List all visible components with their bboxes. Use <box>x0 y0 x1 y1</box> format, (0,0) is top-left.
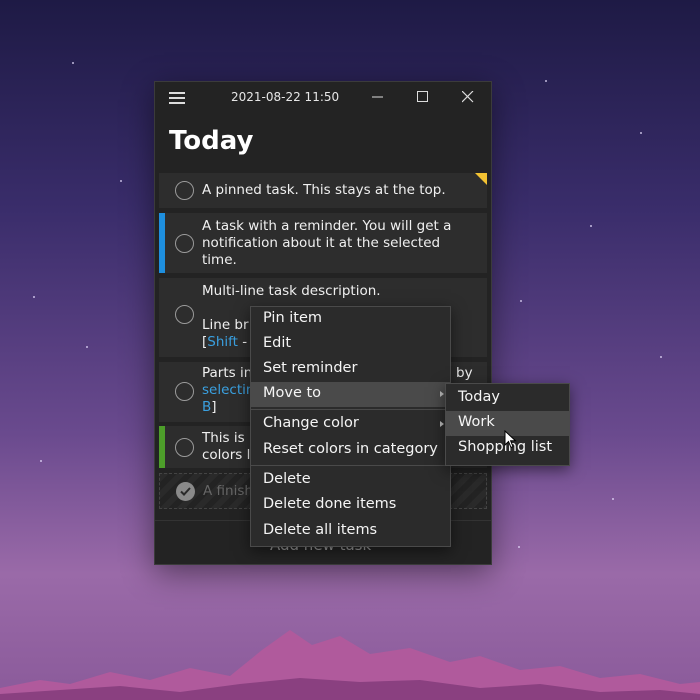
task-text-bracket: ] <box>211 399 217 415</box>
menu-item-label: Move to <box>263 385 322 401</box>
menu-item-label: Today <box>458 389 500 405</box>
star <box>518 546 520 548</box>
checkmark-icon <box>180 487 191 496</box>
menu-item-delete[interactable]: Delete <box>251 468 450 493</box>
menu-separator <box>251 465 450 466</box>
menu-item-set-reminder[interactable]: Set reminder <box>251 357 450 382</box>
minimize-button[interactable] <box>359 82 399 112</box>
task-text-link: selectin <box>202 382 255 398</box>
close-icon <box>462 91 474 103</box>
pin-corner-icon <box>475 173 487 185</box>
menu-item-label: Change color <box>263 415 359 431</box>
star <box>640 132 642 134</box>
menu-item-delete-done[interactable]: Delete done items <box>251 493 450 518</box>
task-text-link: B <box>202 399 212 415</box>
page-title: Today <box>169 126 254 156</box>
task-text-line: by <box>456 365 473 381</box>
task-item-pinned[interactable]: A pinned task. This stays at the top. <box>159 173 487 208</box>
star <box>520 300 522 302</box>
submenu-arrow-icon <box>440 391 444 397</box>
star <box>40 460 42 462</box>
task-item-reminder[interactable]: A task with a reminder. You will get a n… <box>159 213 487 273</box>
window-datetime: 2021-08-22 11:50 <box>231 90 340 104</box>
star <box>660 356 662 358</box>
menu-item-reset-colors[interactable]: Reset colors in category <box>251 438 450 463</box>
menu-item-label: Delete done items <box>263 496 397 512</box>
close-button[interactable] <box>449 82 489 112</box>
star <box>120 180 122 182</box>
task-text-line: Line br <box>202 317 249 333</box>
menu-item-label: Delete all items <box>263 522 378 538</box>
context-menu: Pin item Edit Set reminder Move to Chang… <box>250 306 451 547</box>
menu-item-change-color[interactable]: Change color <box>251 412 450 437</box>
task-checkbox[interactable] <box>175 438 194 457</box>
task-text-line: Parts in <box>202 365 253 381</box>
star <box>72 62 74 64</box>
task-text: A pinned task. This stays at the top. <box>202 182 446 198</box>
task-checkbox[interactable] <box>175 382 194 401</box>
task-text-line: Multi-line task description. <box>202 283 381 299</box>
star <box>612 498 614 500</box>
menu-item-label: Edit <box>263 335 292 351</box>
menu-separator <box>251 409 450 410</box>
task-checkbox[interactable] <box>175 234 194 253</box>
menu-item-label: Delete <box>263 471 311 487</box>
star <box>86 346 88 348</box>
menu-item-label: Pin item <box>263 310 323 326</box>
menu-item-label: Work <box>458 414 495 430</box>
title-bar: 2021-08-22 11:50 <box>155 82 491 112</box>
menu-item-edit[interactable]: Edit <box>251 332 450 357</box>
menu-item-pin[interactable]: Pin item <box>251 307 450 332</box>
task-text-link: Shift <box>207 334 238 350</box>
mountain-silhouette <box>0 630 700 700</box>
star <box>33 296 35 298</box>
task-text: A task with a reminder. You will get a n… <box>202 218 452 268</box>
move-to-submenu: Today Work Shopping list <box>445 383 570 466</box>
maximize-button[interactable] <box>404 82 444 112</box>
task-text: A finish <box>203 483 253 499</box>
mouse-cursor-icon <box>504 430 517 449</box>
maximize-icon <box>417 91 428 102</box>
task-text: This is colors l <box>202 430 251 463</box>
task-text-dash: - <box>237 334 248 350</box>
hamburger-menu-icon[interactable] <box>169 92 185 104</box>
star <box>545 80 547 82</box>
task-checkbox-checked[interactable] <box>176 482 195 501</box>
menu-item-label: Set reminder <box>263 360 358 376</box>
task-checkbox[interactable] <box>175 305 194 324</box>
task-color-bar <box>159 426 165 468</box>
menu-item-delete-all[interactable]: Delete all items <box>251 519 450 544</box>
task-color-bar <box>159 213 165 273</box>
minimize-icon <box>372 96 383 98</box>
menu-item-move-to[interactable]: Move to <box>251 382 450 407</box>
menu-item-label: Reset colors in category <box>263 441 438 457</box>
submenu-item-today[interactable]: Today <box>446 386 569 411</box>
submenu-arrow-icon <box>440 421 444 427</box>
task-checkbox[interactable] <box>175 181 194 200</box>
star <box>590 225 592 227</box>
